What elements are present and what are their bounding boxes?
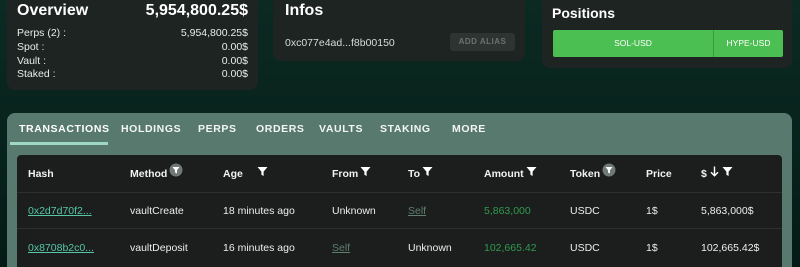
wallet-address: 0xc077e4ad...f8b00150 bbox=[285, 37, 395, 49]
positions-title: Positions bbox=[552, 5, 616, 21]
filter-badge-icon[interactable] bbox=[602, 155, 616, 193]
tx-to: Unknown bbox=[408, 242, 452, 254]
infos-card: Infos 0xc077e4ad...f8b00150 ADD ALIAS bbox=[273, 0, 525, 61]
tx-price: 1$ bbox=[646, 242, 658, 254]
transactions-table: Hash Method Age From To Amount Token Pri… bbox=[17, 155, 782, 267]
column-header-price: Price bbox=[646, 155, 672, 193]
tx-age: 16 minutes ago bbox=[223, 242, 295, 254]
overview-row-label: Perps (2) : bbox=[17, 27, 67, 39]
column-header-label: To bbox=[408, 168, 421, 180]
column-header-label: Age bbox=[223, 168, 243, 180]
tx-hash-link[interactable]: 0x8708b2c0... bbox=[28, 230, 94, 266]
overview-row-spot: Spot : 0.00$ bbox=[17, 41, 248, 54]
column-header-usd: $ bbox=[701, 155, 733, 193]
tx-usd-value: 5,863,000$ bbox=[701, 205, 754, 217]
add-alias-button[interactable]: ADD ALIAS bbox=[450, 33, 515, 51]
tx-method: vaultDeposit bbox=[130, 242, 188, 254]
column-header-label: Amount bbox=[484, 168, 524, 180]
infos-title: Infos bbox=[285, 2, 324, 19]
column-header-label: Token bbox=[570, 168, 601, 180]
overview-title: Overview bbox=[17, 2, 89, 19]
filter-badge-icon[interactable] bbox=[169, 155, 183, 193]
tx-from-self-link[interactable]: Self bbox=[332, 230, 350, 266]
column-header-label: Hash bbox=[28, 168, 54, 180]
tx-from: Unknown bbox=[332, 205, 376, 217]
tx-price: 1$ bbox=[646, 205, 658, 217]
tx-usd-value: 102,665.42$ bbox=[701, 242, 760, 254]
overview-row-value: 5,954,800.25$ bbox=[180, 27, 248, 39]
column-header-hash: Hash bbox=[28, 155, 54, 193]
position-hype-usd-button[interactable]: HYPE-USD bbox=[713, 30, 783, 57]
tx-to-self-link[interactable]: Self bbox=[408, 193, 426, 229]
overview-row-label: Spot : bbox=[17, 41, 45, 53]
overview-row-vault: Vault : 0.00$ bbox=[17, 55, 248, 68]
table-header: Hash Method Age From To Amount Token Pri… bbox=[17, 155, 782, 193]
column-header-label: $ bbox=[701, 168, 707, 180]
overview-row-perps: Perps (2) : 5,954,800.25$ bbox=[17, 27, 248, 40]
column-header-to: To bbox=[408, 155, 433, 193]
overview-row-label: Vault : bbox=[17, 55, 46, 67]
position-sol-usd-button[interactable]: SOL-USD bbox=[553, 30, 713, 57]
tab-bar: TRANSACTIONS HOLDINGS PERPS ORDERS VAULT… bbox=[7, 113, 792, 145]
filter-icon[interactable] bbox=[257, 155, 268, 193]
tab-staking[interactable]: STAKING bbox=[380, 113, 431, 145]
column-header-label: Method bbox=[130, 168, 168, 180]
table-row: 0x2d7d70f2... vaultCreate 18 minutes ago… bbox=[17, 193, 782, 229]
filter-icon[interactable] bbox=[722, 155, 733, 193]
tx-amount: 102,665.42 bbox=[484, 242, 537, 254]
overview-row-staked: Staked : 0.00$ bbox=[17, 68, 248, 81]
tx-amount: 5,863,000 bbox=[484, 205, 531, 217]
positions-card: Positions SOL-USD HYPE-USD bbox=[542, 0, 792, 68]
column-header-method: Method bbox=[130, 155, 183, 193]
overview-row-value: 0.00$ bbox=[221, 55, 248, 67]
overview-row-value: 0.00$ bbox=[221, 68, 248, 80]
overview-card: Overview 5,954,800.25$ Perps (2) : 5,954… bbox=[7, 0, 258, 90]
column-header-label: Price bbox=[646, 168, 672, 180]
column-header-age: Age bbox=[223, 155, 268, 193]
column-header-amount: Amount bbox=[484, 155, 537, 193]
transactions-panel: Hash Method Age From To Amount Token Pri… bbox=[7, 145, 792, 267]
tx-token: USDC bbox=[570, 205, 600, 217]
column-header-label: From bbox=[332, 168, 359, 180]
table-row: 0x8708b2c0... vaultDeposit 16 minutes ag… bbox=[17, 230, 782, 266]
tx-hash-link[interactable]: 0x2d7d70f2... bbox=[28, 193, 92, 229]
tab-more[interactable]: MORE bbox=[452, 113, 486, 145]
tab-orders[interactable]: ORDERS bbox=[256, 113, 305, 145]
overview-total: 5,954,800.25$ bbox=[145, 2, 248, 19]
tab-vaults[interactable]: VAULTS bbox=[319, 113, 363, 145]
tab-transactions[interactable]: TRANSACTIONS bbox=[19, 113, 110, 145]
filter-icon[interactable] bbox=[526, 155, 537, 193]
sort-arrow-down-icon[interactable] bbox=[710, 155, 719, 193]
tab-holdings[interactable]: HOLDINGS bbox=[121, 113, 181, 145]
tx-token: USDC bbox=[570, 242, 600, 254]
tx-method: vaultCreate bbox=[130, 205, 184, 217]
tx-age: 18 minutes ago bbox=[223, 205, 295, 217]
overview-row-label: Staked : bbox=[17, 68, 56, 80]
column-header-token: Token bbox=[570, 155, 616, 193]
column-header-from: From bbox=[332, 155, 371, 193]
overview-row-value: 0.00$ bbox=[221, 41, 248, 53]
filter-icon[interactable] bbox=[422, 155, 433, 193]
filter-icon[interactable] bbox=[360, 155, 371, 193]
tab-perps[interactable]: PERPS bbox=[198, 113, 237, 145]
